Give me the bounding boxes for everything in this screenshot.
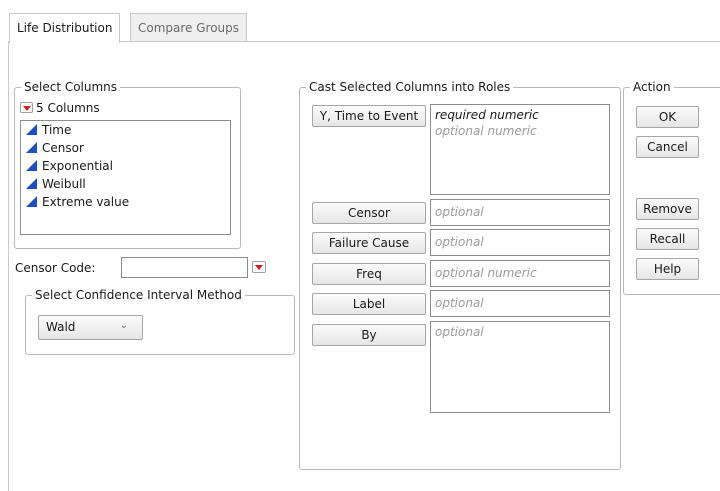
ci-method-select[interactable]: Wald ⌄: [38, 315, 143, 340]
by-button[interactable]: By: [312, 324, 426, 346]
help-button[interactable]: Help: [636, 258, 699, 280]
columns-header: 5 Columns: [20, 99, 100, 117]
column-item[interactable]: Exponential: [21, 157, 230, 175]
y-time-to-event-field[interactable]: required numeric optional numeric: [430, 104, 610, 195]
y-required-hint: required numeric: [435, 108, 539, 122]
recall-button[interactable]: Recall: [636, 228, 699, 250]
dialog-panel: Select Columns 5 Columns Time Censor Exp…: [8, 41, 720, 491]
censor-code-label: Censor Code:: [15, 261, 96, 275]
by-field[interactable]: optional: [430, 321, 610, 413]
label-field[interactable]: optional: [430, 290, 610, 317]
red-triangle-menu-icon[interactable]: [20, 102, 33, 113]
action-legend: Action: [630, 79, 674, 95]
cast-roles-legend: Cast Selected Columns into Roles: [306, 79, 514, 95]
column-item[interactable]: Time: [21, 121, 230, 139]
continuous-column-icon: [26, 196, 37, 207]
failure-cause-button[interactable]: Failure Cause: [312, 232, 426, 254]
ok-button[interactable]: OK: [636, 106, 699, 128]
y-time-to-event-button[interactable]: Y, Time to Event: [312, 105, 426, 127]
censor-code-dropdown-icon[interactable]: [252, 261, 266, 273]
ci-method-group: Select Confidence Interval Method Wald ⌄: [25, 287, 295, 355]
tab-compare-groups[interactable]: Compare Groups: [130, 13, 248, 41]
censor-role-field[interactable]: optional: [430, 199, 610, 226]
cast-roles-group: Cast Selected Columns into Roles Y, Time…: [299, 79, 621, 470]
censor-role-button[interactable]: Censor: [312, 202, 426, 224]
continuous-column-icon: [26, 160, 37, 171]
freq-button[interactable]: Freq: [312, 263, 426, 285]
column-item[interactable]: Weibull: [21, 175, 230, 193]
column-item[interactable]: Extreme value: [21, 193, 230, 211]
cancel-button[interactable]: Cancel: [636, 136, 699, 158]
select-columns-legend: Select Columns: [21, 79, 121, 95]
ci-method-selected: Wald: [46, 320, 76, 334]
label-button[interactable]: Label: [312, 293, 426, 315]
select-columns-group: Select Columns 5 Columns Time Censor Exp…: [14, 79, 241, 249]
continuous-column-icon: [26, 178, 37, 189]
chevron-down-icon: ⌄: [119, 320, 128, 331]
censor-code-input[interactable]: [121, 257, 248, 278]
failure-cause-field[interactable]: optional: [430, 229, 610, 256]
y-optional-hint: optional numeric: [435, 124, 537, 138]
tab-life-distribution[interactable]: Life Distribution: [9, 13, 121, 43]
columns-count-label: 5 Columns: [36, 101, 100, 115]
remove-button[interactable]: Remove: [636, 198, 699, 220]
continuous-column-icon: [26, 124, 37, 135]
ci-method-legend: Select Confidence Interval Method: [32, 287, 245, 303]
columns-listbox[interactable]: Time Censor Exponential Weibull Extreme …: [20, 120, 231, 235]
action-group: Action OK Cancel Remove Recall Help: [623, 79, 720, 295]
continuous-column-icon: [26, 142, 37, 153]
freq-field[interactable]: optional numeric: [430, 260, 610, 287]
column-item[interactable]: Censor: [21, 139, 230, 157]
